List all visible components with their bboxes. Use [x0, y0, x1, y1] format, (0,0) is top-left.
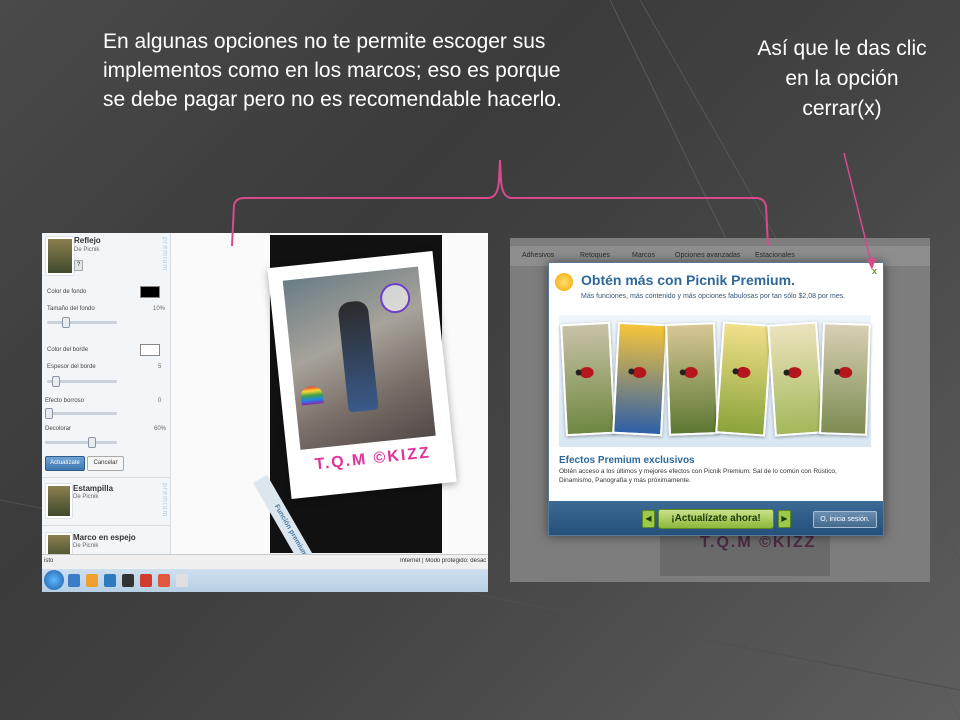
pointer-arrow-head — [867, 258, 876, 270]
annotation-overlay — [231, 152, 876, 270]
bracket-line — [231, 159, 769, 247]
pointer-arrow-line — [843, 152, 873, 267]
